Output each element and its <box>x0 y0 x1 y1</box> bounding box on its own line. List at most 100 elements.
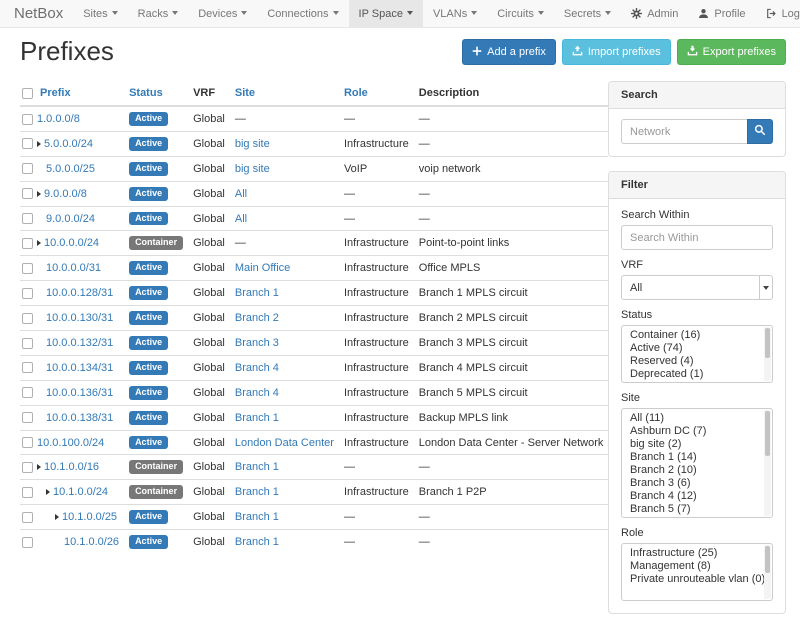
search-input[interactable] <box>621 119 747 144</box>
row-checkbox[interactable] <box>22 437 33 448</box>
row-checkbox[interactable] <box>22 163 33 174</box>
listbox-option[interactable]: Branch 5 (7) <box>622 503 762 516</box>
site-link[interactable]: London Data Center <box>235 437 334 449</box>
nav-item-profile[interactable]: Profile <box>688 0 755 27</box>
expand-arrow-icon[interactable] <box>46 489 50 495</box>
column-header-prefix[interactable]: Prefix <box>35 81 124 106</box>
site-link[interactable]: Main Office <box>235 262 290 274</box>
prefix-link[interactable]: 10.1.0.0/25 <box>62 511 117 523</box>
scrollbar-thumb[interactable] <box>765 411 770 456</box>
listbox-option[interactable]: Infrastructure (25) <box>622 547 762 560</box>
column-header-role[interactable]: Role <box>339 81 414 106</box>
listbox-option[interactable]: Branch 4 (12) <box>622 490 762 503</box>
listbox-option[interactable]: All (11) <box>622 412 762 425</box>
filter-input-search-within[interactable] <box>621 225 773 250</box>
site-link[interactable]: Branch 4 <box>235 362 279 374</box>
add-a-prefix-button[interactable]: Add a prefix <box>462 39 556 65</box>
prefix-link[interactable]: 10.1.0.0/24 <box>53 486 108 498</box>
listbox-option[interactable]: Branch 2 (10) <box>622 464 762 477</box>
scrollbar-thumb[interactable] <box>765 546 770 573</box>
nav-item-secrets[interactable]: Secrets <box>554 0 621 27</box>
row-checkbox[interactable] <box>22 362 33 373</box>
expand-arrow-icon[interactable] <box>37 240 41 246</box>
prefix-link[interactable]: 10.0.0.132/31 <box>46 337 113 349</box>
prefix-link[interactable]: 10.0.0.136/31 <box>46 387 113 399</box>
row-checkbox[interactable] <box>22 537 33 548</box>
prefix-link[interactable]: 10.1.0.0/16 <box>44 461 99 473</box>
row-checkbox[interactable] <box>22 387 33 398</box>
site-link[interactable]: Branch 1 <box>235 412 279 424</box>
prefix-link[interactable]: 1.0.0.0/8 <box>37 113 80 125</box>
prefix-link[interactable]: 5.0.0.0/25 <box>46 163 95 175</box>
prefix-link[interactable]: 10.1.0.0/26 <box>64 536 119 548</box>
nav-item-devices[interactable]: Devices <box>188 0 257 27</box>
nav-item-log-out[interactable]: Log out <box>756 0 800 27</box>
site-link[interactable]: Branch 1 <box>235 511 279 523</box>
site-link[interactable]: Branch 1 <box>235 461 279 473</box>
scrollbar[interactable] <box>764 327 771 381</box>
site-link[interactable]: Branch 1 <box>235 287 279 299</box>
listbox-option[interactable]: Active (74) <box>622 342 762 355</box>
row-checkbox[interactable] <box>22 213 33 224</box>
prefix-link[interactable]: 10.0.0.138/31 <box>46 412 113 424</box>
brand-logo[interactable]: NetBox <box>12 0 73 27</box>
filter-select-vrf[interactable]: All <box>621 275 773 300</box>
expand-arrow-icon[interactable] <box>55 514 59 520</box>
search-button[interactable] <box>747 119 773 144</box>
row-checkbox[interactable] <box>22 462 33 473</box>
listbox-option[interactable]: Container (16) <box>622 329 762 342</box>
listbox-option[interactable]: Private unrouteable vlan (0) <box>622 573 762 586</box>
row-checkbox[interactable] <box>22 512 33 523</box>
site-link[interactable]: Branch 1 <box>235 486 279 498</box>
listbox-option[interactable]: Branch 3 (6) <box>622 477 762 490</box>
row-checkbox[interactable] <box>22 188 33 199</box>
nav-item-sites[interactable]: Sites <box>73 0 127 27</box>
prefix-link[interactable]: 9.0.0.0/24 <box>46 213 95 225</box>
listbox-option[interactable]: big site (2) <box>622 438 762 451</box>
listbox-option[interactable]: Reserved (4) <box>622 355 762 368</box>
expand-arrow-icon[interactable] <box>37 191 41 197</box>
nav-item-ip-space[interactable]: IP Space <box>349 0 423 27</box>
listbox-option[interactable]: Ashburn DC (7) <box>622 425 762 438</box>
site-link[interactable]: Branch 1 <box>235 536 279 548</box>
scrollbar[interactable] <box>764 410 771 516</box>
prefix-link[interactable]: 9.0.0.0/8 <box>44 188 87 200</box>
prefix-link[interactable]: 10.0.0.0/31 <box>46 262 101 274</box>
site-link[interactable]: Branch 3 <box>235 337 279 349</box>
prefix-link[interactable]: 10.0.0.134/31 <box>46 362 113 374</box>
expand-arrow-icon[interactable] <box>37 464 41 470</box>
export-prefixes-button[interactable]: Export prefixes <box>677 39 786 65</box>
row-checkbox[interactable] <box>22 114 33 125</box>
row-checkbox[interactable] <box>22 412 33 423</box>
prefix-link[interactable]: 10.0.0.0/24 <box>44 237 99 249</box>
listbox-option[interactable]: Branch 1 (14) <box>622 451 762 464</box>
listbox-option[interactable]: COLO-1-2A (2) <box>622 516 762 518</box>
nav-item-connections[interactable]: Connections <box>257 0 348 27</box>
listbox-option[interactable]: Deprecated (1) <box>622 368 762 381</box>
scrollbar-thumb[interactable] <box>765 328 770 358</box>
expand-arrow-icon[interactable] <box>37 141 41 147</box>
site-link[interactable]: Branch 2 <box>235 312 279 324</box>
column-header-site[interactable]: Site <box>230 81 339 106</box>
nav-item-admin[interactable]: Admin <box>621 0 688 27</box>
site-link[interactable]: big site <box>235 163 270 175</box>
row-checkbox[interactable] <box>22 313 33 324</box>
site-link[interactable]: All <box>235 188 247 200</box>
prefix-link[interactable]: 10.0.0.130/31 <box>46 312 113 324</box>
row-checkbox[interactable] <box>22 288 33 299</box>
row-checkbox[interactable] <box>22 263 33 274</box>
select-all-checkbox[interactable] <box>22 88 33 99</box>
nav-item-vlans[interactable]: VLANs <box>423 0 487 27</box>
row-checkbox[interactable] <box>22 138 33 149</box>
nav-item-racks[interactable]: Racks <box>128 0 189 27</box>
prefix-link[interactable]: 10.0.100.0/24 <box>37 437 104 449</box>
prefix-link[interactable]: 5.0.0.0/24 <box>44 138 93 150</box>
row-checkbox[interactable] <box>22 487 33 498</box>
prefix-link[interactable]: 10.0.0.128/31 <box>46 287 113 299</box>
row-checkbox[interactable] <box>22 238 33 249</box>
site-link[interactable]: All <box>235 213 247 225</box>
site-link[interactable]: big site <box>235 138 270 150</box>
column-header-status[interactable]: Status <box>124 81 188 106</box>
site-link[interactable]: Branch 4 <box>235 387 279 399</box>
scrollbar[interactable] <box>764 545 771 599</box>
